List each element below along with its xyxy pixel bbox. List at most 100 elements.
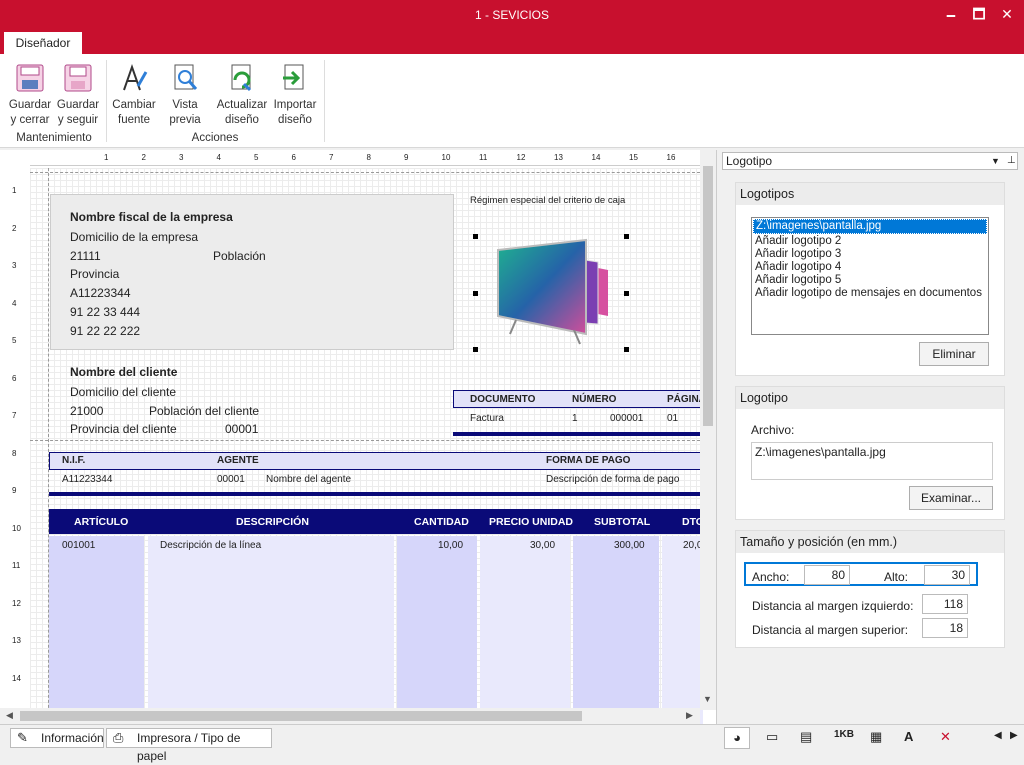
company-province[interactable]: Provincia — [70, 267, 119, 281]
regimen-label[interactable]: Régimen especial del criterio de caja — [470, 195, 625, 206]
line-precio[interactable]: 30,00 — [530, 540, 555, 551]
minimize-button[interactable]: 🗕 — [938, 3, 964, 25]
scroll-down-icon[interactable]: ▼ — [703, 694, 712, 704]
import-design-button[interactable]: Importar diseño — [270, 62, 320, 128]
line-articulo[interactable]: 001001 — [62, 540, 95, 551]
tab-disenador[interactable]: Diseñador — [4, 32, 82, 54]
client-name[interactable]: Nombre del cliente — [70, 365, 177, 379]
col-descripcion-area[interactable] — [148, 536, 394, 724]
pin-icon[interactable]: ⊥ — [1007, 153, 1016, 169]
logo-item-2[interactable]: Añadir logotipo 2 — [752, 235, 988, 248]
client-city[interactable]: Población del cliente — [149, 404, 259, 418]
col-dto-area[interactable] — [662, 536, 703, 724]
browse-button[interactable]: Examinar... — [909, 486, 993, 510]
scroll-left-icon[interactable]: ◀ — [6, 710, 13, 721]
client-province[interactable]: Provincia del cliente — [70, 422, 177, 436]
chevron-down-icon[interactable]: ▼ — [991, 153, 1000, 169]
doc-number[interactable]: 000001 — [610, 413, 643, 424]
logo-item-1[interactable]: Z:\imagenes\pantalla.jpg — [753, 219, 987, 234]
logo-item-4[interactable]: Añadir logotipo 4 — [752, 261, 988, 274]
doc-page[interactable]: 01 — [667, 413, 678, 424]
change-font-button[interactable]: Cambiar fuente — [109, 62, 159, 128]
horizontal-scroll-thumb[interactable] — [20, 711, 582, 721]
company-name[interactable]: Nombre fiscal de la empresa — [70, 210, 233, 224]
group-label-acciones: Acciones — [191, 132, 239, 144]
tab-impresora[interactable]: ⎙ Impresora / Tipo de papel — [106, 728, 272, 763]
company-phone2[interactable]: 91 22 22 222 — [70, 324, 140, 338]
nif-value[interactable]: A11223344 — [62, 474, 112, 485]
design-canvas[interactable]: 1234567891011121314151617 12345678910111… — [0, 150, 716, 724]
line-tool-icon[interactable]: ✕ — [940, 729, 951, 745]
preview-button[interactable]: Vista previa — [160, 62, 210, 128]
update-design-button[interactable]: Actualizar diseño — [214, 62, 270, 128]
company-nif[interactable]: A11223344 — [70, 286, 131, 300]
nif-header[interactable]: N.I.F. — [62, 455, 85, 466]
design-grid[interactable]: Nombre fiscal de la empresa Domicilio de… — [30, 168, 706, 724]
client-zip[interactable]: 21000 — [70, 404, 103, 418]
col-cantidad[interactable]: CANTIDAD — [414, 516, 469, 528]
label-tool-icon[interactable]: ▭ — [766, 729, 778, 745]
doc-header-documento[interactable]: DOCUMENTO — [470, 394, 535, 405]
resize-handle[interactable] — [473, 234, 478, 239]
top-margin-input[interactable]: 18 — [922, 618, 968, 638]
col-subtotal-area[interactable] — [573, 536, 659, 724]
resize-handle[interactable] — [624, 234, 629, 239]
close-button[interactable]: ✕ — [994, 3, 1020, 25]
line-descripcion[interactable]: Descripción de la línea — [160, 540, 261, 551]
payment-header[interactable]: FORMA DE PAGO — [546, 455, 630, 466]
col-precio-area[interactable] — [480, 536, 570, 724]
ruler-top-number: 11 — [479, 153, 488, 162]
agent-code[interactable]: 00001 — [217, 474, 245, 485]
client-address[interactable]: Domicilio del cliente — [70, 385, 176, 399]
left-margin-input[interactable]: 118 — [922, 594, 968, 614]
horizontal-scrollbar[interactable]: ◀ ▶ — [0, 708, 700, 724]
table-tool-icon[interactable]: ▤ — [800, 729, 812, 745]
company-zip[interactable]: 21111 — [70, 249, 101, 263]
delete-logo-button[interactable]: Eliminar — [919, 342, 989, 366]
payment-value[interactable]: Descripción de forma de pago — [546, 474, 679, 485]
logos-list[interactable]: Z:\imagenes\pantalla.jpg Añadir logotipo… — [751, 217, 989, 335]
col-precio[interactable]: PRECIO UNIDAD — [489, 516, 573, 528]
save-close-button[interactable]: Guardar y cerrar — [5, 62, 55, 128]
col-articulo[interactable]: ARTÍCULO — [74, 516, 128, 528]
width-input[interactable]: 80 — [804, 565, 850, 585]
save-continue-button[interactable]: Guardar y seguir — [53, 62, 103, 128]
scroll-right-tools-icon[interactable]: ▶ — [1010, 730, 1018, 741]
logo-item-messages[interactable]: Añadir logotipo de mensajes en documento… — [752, 287, 988, 300]
client-code[interactable]: 00001 — [225, 422, 258, 436]
maximize-button[interactable]: 🗖 — [966, 3, 992, 25]
text-tool-icon[interactable]: A — [904, 729, 913, 744]
col-cantidad-area[interactable] — [397, 536, 477, 724]
scroll-left-tools-icon[interactable]: ◀ — [994, 730, 1002, 741]
line-cantidad[interactable]: 10,00 — [438, 540, 463, 551]
doc-series[interactable]: 1 — [572, 413, 578, 424]
company-phone1[interactable]: 91 22 33 444 — [70, 305, 140, 319]
resize-handle[interactable] — [473, 291, 478, 296]
resize-handle[interactable] — [624, 347, 629, 352]
company-address[interactable]: Domicilio de la empresa — [70, 230, 198, 244]
barcode-1kb-icon[interactable]: 1KB — [834, 729, 854, 740]
palette-icon[interactable]: ◕ — [724, 727, 750, 749]
logo-item-5[interactable]: Añadir logotipo 5 — [752, 274, 988, 287]
resize-handle[interactable] — [624, 291, 629, 296]
vertical-scroll-thumb[interactable] — [703, 166, 713, 426]
resize-handle[interactable] — [473, 347, 478, 352]
qr-code-icon[interactable]: ▦ — [870, 729, 882, 745]
height-input[interactable]: 30 — [924, 565, 970, 585]
doc-header-numero[interactable]: NÚMERO — [572, 394, 616, 405]
element-selector[interactable]: Logotipo ▼ ⊥ — [722, 152, 1018, 170]
agent-header[interactable]: AGENTE — [217, 455, 259, 466]
col-articulo-area[interactable] — [49, 536, 144, 724]
scroll-right-icon[interactable]: ▶ — [686, 710, 693, 721]
col-subtotal[interactable]: SUBTOTAL — [594, 516, 650, 528]
line-subtotal[interactable]: 300,00 — [614, 540, 645, 551]
vertical-scrollbar[interactable]: ▼ — [700, 150, 716, 710]
doc-type[interactable]: Factura — [470, 413, 504, 424]
company-city[interactable]: Población — [213, 249, 266, 263]
tab-informacion[interactable]: ✎ Información — [10, 728, 104, 748]
logo-item-3[interactable]: Añadir logotipo 3 — [752, 248, 988, 261]
file-path-field[interactable]: Z:\imagenes\pantalla.jpg — [751, 442, 993, 480]
col-descripcion[interactable]: DESCRIPCIÓN — [236, 516, 309, 528]
logo-image[interactable] — [476, 238, 626, 350]
agent-name[interactable]: Nombre del agente — [266, 474, 351, 485]
